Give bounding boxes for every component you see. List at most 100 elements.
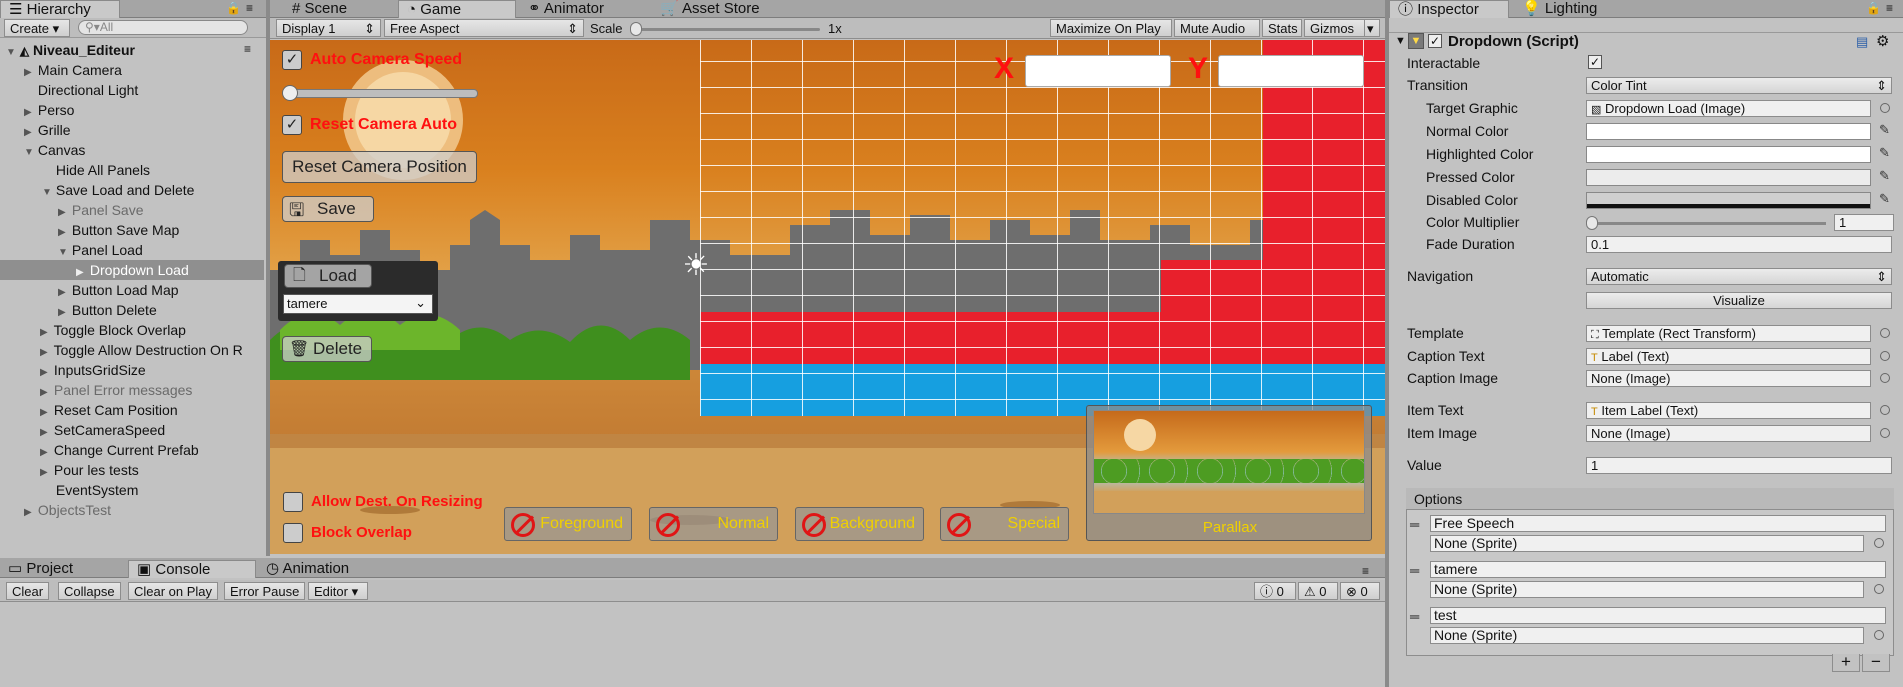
layer-background-button[interactable]: Background — [795, 507, 924, 541]
option-text-input[interactable]: Free Speech — [1430, 515, 1886, 532]
hier-item-dropdown-load[interactable]: ▶ Dropdown Load — [0, 260, 264, 280]
tab-scene[interactable]: # Scene — [284, 0, 378, 18]
gizmos-toggle[interactable]: Gizmos — [1304, 19, 1366, 37]
panel-menu-icon[interactable]: ≡ — [1886, 1, 1893, 15]
layer-normal-button[interactable]: Normal — [649, 507, 778, 541]
hier-item-event-system[interactable]: EventSystem — [0, 480, 264, 500]
item-image-field[interactable]: None (Image) — [1586, 425, 1871, 442]
search-input[interactable]: ⚲▾All — [78, 20, 248, 35]
display-dropdown[interactable]: Display 1 ⇕ — [276, 19, 381, 37]
object-picker-icon[interactable] — [1880, 328, 1890, 338]
layer-special-button[interactable]: Special — [940, 507, 1069, 541]
hier-item-directional-light[interactable]: Directional Light — [0, 80, 264, 100]
template-field[interactable]: ⛶ Template (Rect Transform) — [1586, 325, 1871, 342]
save-button[interactable]: 🖫 Save — [282, 196, 374, 222]
gizmos-dropdown-icon[interactable]: ▾ — [1364, 19, 1380, 37]
grid-x-input[interactable] — [1025, 55, 1171, 87]
maximize-on-play-toggle[interactable]: Maximize On Play — [1050, 19, 1172, 37]
reset-camera-auto-checkbox[interactable]: ✓ — [282, 115, 302, 135]
caption-image-field[interactable]: None (Image) — [1586, 370, 1871, 387]
load-button[interactable]: 🗋 Load — [284, 264, 372, 288]
hier-item-button-save-map[interactable]: ▶ Button Save Map — [0, 220, 264, 240]
hier-item-inputs-grid-size[interactable]: ▶ InputsGridSize — [0, 360, 264, 380]
hier-item-grille[interactable]: ▶ Grille — [0, 120, 264, 140]
tab-animation[interactable]: ◷ Animation — [258, 560, 388, 578]
tab-hierarchy[interactable]: ☰ Hierarchy — [0, 0, 120, 18]
hier-item-pour-les-tests[interactable]: ▶ Pour les tests — [0, 460, 264, 480]
stats-toggle[interactable]: Stats — [1262, 19, 1302, 37]
drag-handle-icon[interactable]: ═ — [1410, 517, 1419, 532]
panel-menu-icon[interactable]: ≡ — [1362, 564, 1369, 578]
tab-lighting[interactable]: 💡 Lighting — [1514, 0, 1634, 18]
tab-project[interactable]: ▭ Project — [0, 560, 126, 578]
error-pause-button[interactable]: Error Pause — [224, 582, 306, 600]
color-multiplier-slider-track[interactable] — [1590, 222, 1826, 225]
lock-icon[interactable]: 🔒 — [226, 1, 241, 15]
tab-asset-store[interactable]: 🛒 Asset Store — [652, 0, 792, 18]
normal-color-swatch[interactable] — [1586, 123, 1871, 140]
fade-duration-input[interactable]: 0.1 — [1586, 236, 1892, 253]
hier-item-canvas[interactable]: ▼ Canvas — [0, 140, 264, 160]
eyedropper-icon[interactable]: ✎ — [1879, 192, 1893, 206]
drag-handle-icon[interactable]: ═ — [1410, 563, 1419, 578]
hier-item-toggle-block-overlap[interactable]: ▶ Toggle Block Overlap — [0, 320, 264, 340]
delete-button[interactable]: 🗑 Delete — [282, 336, 372, 362]
object-picker-icon[interactable] — [1880, 428, 1890, 438]
item-text-field[interactable]: T Item Label (Text) — [1586, 402, 1871, 419]
block-overlap-checkbox[interactable] — [283, 523, 303, 543]
create-button[interactable]: Create ▾ — [4, 19, 70, 37]
color-multiplier-slider-thumb[interactable] — [1586, 216, 1598, 230]
camera-speed-slider-thumb[interactable] — [282, 85, 298, 101]
hier-item-panel-error-messages[interactable]: ▶ Panel Error messages — [0, 380, 264, 400]
clear-on-play-button[interactable]: Clear on Play — [128, 582, 219, 600]
camera-speed-slider-track[interactable] — [286, 89, 478, 98]
option-sprite-field[interactable]: None (Sprite) — [1430, 581, 1864, 598]
hier-item-objects-test[interactable]: ▶ ObjectsTest — [0, 500, 264, 520]
hier-item-main-camera[interactable]: ▶ Main Camera — [0, 60, 264, 80]
console-log-area[interactable] — [0, 603, 1385, 687]
hier-item-panel-save[interactable]: ▶ Panel Save — [0, 200, 264, 220]
eyedropper-icon[interactable]: ✎ — [1879, 123, 1893, 137]
gear-icon[interactable]: ⚙ — [1876, 32, 1889, 50]
layer-foreground-button[interactable]: Foreground — [504, 507, 632, 541]
auto-camera-speed-checkbox[interactable]: ✓ — [282, 50, 302, 70]
panel-menu-icon[interactable]: ≡ — [246, 1, 253, 15]
visualize-button[interactable]: Visualize — [1586, 292, 1892, 309]
add-option-button[interactable]: + — [1832, 653, 1860, 672]
object-picker-icon[interactable] — [1880, 351, 1890, 361]
mute-audio-toggle[interactable]: Mute Audio — [1174, 19, 1260, 37]
interactable-checkbox[interactable]: ✓ — [1588, 55, 1602, 69]
scale-slider-thumb[interactable] — [630, 22, 642, 36]
caption-text-field[interactable]: T Label (Text) — [1586, 348, 1871, 365]
parallax-button[interactable]: Parallax — [1086, 405, 1372, 541]
book-help-icon[interactable]: ▤ — [1856, 34, 1868, 50]
drag-handle-icon[interactable]: ═ — [1410, 609, 1419, 624]
tab-game[interactable]: ◔ Game — [398, 0, 516, 18]
hier-item-button-load-map[interactable]: ▶ Button Load Map — [0, 280, 264, 300]
hier-item-perso[interactable]: ▶ Perso — [0, 100, 264, 120]
disabled-color-swatch[interactable] — [1586, 192, 1871, 209]
hier-item-change-current-prefab[interactable]: ▶ Change Current Prefab — [0, 440, 264, 460]
grid-y-input[interactable] — [1218, 55, 1364, 87]
object-picker-icon[interactable] — [1880, 373, 1890, 383]
highlighted-color-swatch[interactable] — [1586, 146, 1871, 163]
aspect-dropdown[interactable]: Free Aspect ⇕ — [384, 19, 584, 37]
hier-item-set-camera-speed[interactable]: ▶ SetCameraSpeed — [0, 420, 264, 440]
hier-item-save-load-delete[interactable]: ▼ Save Load and Delete — [0, 180, 264, 200]
clear-button[interactable]: Clear — [6, 582, 50, 600]
option-sprite-field[interactable]: None (Sprite) — [1430, 627, 1864, 644]
remove-option-button[interactable]: − — [1862, 653, 1890, 672]
hier-item-reset-cam-position[interactable]: ▶ Reset Cam Position — [0, 400, 264, 420]
scale-slider-track[interactable] — [634, 28, 820, 31]
target-graphic-field[interactable]: ▧ Dropdown Load (Image) — [1586, 100, 1871, 117]
object-picker-icon[interactable] — [1880, 103, 1890, 113]
object-picker-icon[interactable] — [1874, 584, 1884, 594]
hier-item-button-delete[interactable]: ▶ Button Delete — [0, 300, 264, 320]
pressed-color-swatch[interactable] — [1586, 169, 1871, 186]
hier-item-hide-all-panels[interactable]: Hide All Panels — [0, 160, 264, 180]
error-count-toggle[interactable]: ⊗ 0 — [1340, 582, 1380, 600]
collapse-button[interactable]: Collapse — [58, 582, 121, 600]
eyedropper-icon[interactable]: ✎ — [1879, 169, 1893, 183]
color-multiplier-input[interactable]: 1 — [1834, 214, 1894, 231]
tab-inspector[interactable]: ⓘ Inspector — [1389, 0, 1509, 18]
